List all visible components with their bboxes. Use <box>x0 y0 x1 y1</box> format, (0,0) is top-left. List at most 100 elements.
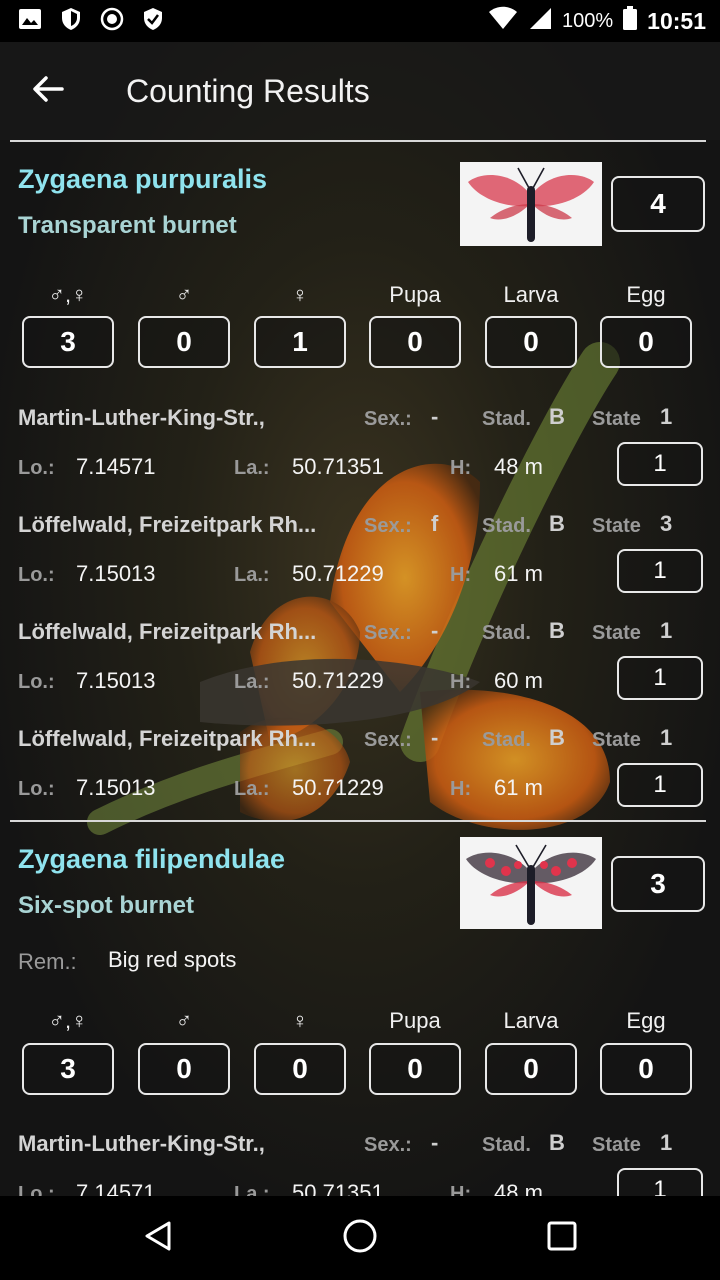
header-egg: Egg <box>626 282 666 307</box>
count-male-female[interactable]: 3 <box>22 1043 114 1095</box>
count-egg[interactable]: 0 <box>600 316 692 368</box>
record-count[interactable]: 1 <box>617 763 703 807</box>
record-lat: 50.71351 <box>292 454 384 479</box>
record-location: Löffelwald, Freizeitpark Rh... <box>18 512 317 537</box>
count-female[interactable]: 0 <box>254 1043 346 1095</box>
state-label: State <box>592 408 641 430</box>
back-arrow-icon <box>32 75 64 108</box>
record-location: Martin-Luther-King-Str., <box>18 405 265 430</box>
results-list[interactable]: Zygaena purpuralis Transparent burnet 4 … <box>0 140 720 1196</box>
nav-home-icon <box>342 1218 378 1259</box>
count-larva[interactable]: 0 <box>485 1043 577 1095</box>
state-label: State <box>592 1134 641 1156</box>
page-title: Counting Results <box>126 72 370 109</box>
species-common-name: Six-spot burnet <box>18 892 195 919</box>
state-label: State <box>592 729 641 751</box>
count-pupa[interactable]: 0 <box>369 1043 461 1095</box>
species-thumbnail[interactable] <box>460 162 602 246</box>
back-button[interactable] <box>18 61 78 121</box>
record-count[interactable]: 1 <box>617 1168 703 1196</box>
remark-text: Big red spots <box>108 947 237 972</box>
sex-label: Sex.: <box>364 515 412 537</box>
stage-label: Stad. <box>482 622 531 644</box>
count-male-female[interactable]: 3 <box>22 316 114 368</box>
record-state: 1 <box>660 725 673 750</box>
lat-label: La.: <box>234 564 270 586</box>
nav-back-icon <box>141 1219 175 1258</box>
record-height: 60 m <box>494 668 543 693</box>
app-bar: Counting Results <box>0 42 720 140</box>
height-label: H: <box>450 778 472 800</box>
record-count[interactable]: 1 <box>617 549 703 593</box>
nav-home-button[interactable] <box>330 1208 390 1268</box>
species-common-name: Transparent burnet <box>18 212 237 239</box>
header-pupa: Pupa <box>389 1008 441 1033</box>
lat-label: La.: <box>234 1183 270 1196</box>
sex-label: Sex.: <box>364 622 412 644</box>
record-lon: 7.15013 <box>76 561 156 586</box>
nav-back-button[interactable] <box>128 1208 188 1268</box>
record-icon <box>100 7 124 36</box>
nav-recents-button[interactable] <box>532 1208 592 1268</box>
record-sex: - <box>431 618 439 643</box>
header-male-female: ♂,♀ <box>48 282 88 307</box>
record-location: Löffelwald, Freizeitpark Rh... <box>18 619 317 644</box>
record-location: Löffelwald, Freizeitpark Rh... <box>18 726 317 751</box>
stage-label: Stad. <box>482 408 531 430</box>
header-male: ♂ <box>175 1008 193 1033</box>
record-lon: 7.15013 <box>76 775 156 800</box>
record-count[interactable]: 1 <box>617 656 703 700</box>
record-lat: 50.71229 <box>292 561 384 586</box>
clock: 10:51 <box>647 7 706 34</box>
record-stage: B <box>549 404 565 429</box>
record-lat: 50.71229 <box>292 668 384 693</box>
header-female: ♀ <box>291 1008 309 1033</box>
count-male[interactable]: 0 <box>138 1043 230 1095</box>
count-pupa[interactable]: 0 <box>369 316 461 368</box>
species-thumbnail[interactable] <box>460 837 602 929</box>
record-state: 1 <box>660 618 673 643</box>
divider <box>10 820 706 822</box>
record-stage: B <box>549 511 565 536</box>
record-count[interactable]: 1 <box>617 442 703 486</box>
height-label: H: <box>450 1183 472 1196</box>
battery-icon <box>623 6 638 36</box>
status-bar: 100% 10:51 <box>0 0 720 42</box>
species-scientific-name: Zygaena purpuralis <box>18 164 268 194</box>
record-sex: - <box>431 725 439 750</box>
count-female[interactable]: 1 <box>254 316 346 368</box>
battery-percent: 100% <box>562 9 614 32</box>
header-larva: Larva <box>503 1008 559 1033</box>
species-total-count[interactable]: 4 <box>611 176 705 232</box>
lon-label: Lo.: <box>18 564 55 586</box>
height-label: H: <box>450 457 472 479</box>
count-male[interactable]: 0 <box>138 316 230 368</box>
species-total-count[interactable]: 3 <box>611 856 705 912</box>
record-stage: B <box>549 725 565 750</box>
count-egg[interactable]: 0 <box>600 1043 692 1095</box>
state-label: State <box>592 622 641 644</box>
lon-label: Lo.: <box>18 671 55 693</box>
record-sex: - <box>431 404 439 429</box>
record-height: 61 m <box>494 561 543 586</box>
lat-label: La.: <box>234 457 270 479</box>
record-lat: 50.71229 <box>292 775 384 800</box>
header-egg: Egg <box>626 1008 666 1033</box>
stage-label: Stad. <box>482 1134 531 1156</box>
header-larva: Larva <box>503 282 559 307</box>
header-male: ♂ <box>175 282 193 307</box>
count-larva[interactable]: 0 <box>485 316 577 368</box>
record-height: 48 m <box>494 454 543 479</box>
height-label: H: <box>450 671 472 693</box>
lat-label: La.: <box>234 778 270 800</box>
header-female: ♀ <box>291 282 309 307</box>
record-location: Martin-Luther-King-Str., <box>18 1131 265 1156</box>
record-sex: - <box>431 1130 439 1155</box>
record-state: 1 <box>660 404 673 429</box>
record-lon: 7.14571 <box>76 1180 156 1196</box>
height-label: H: <box>450 564 472 586</box>
shield-check-icon <box>142 7 164 36</box>
header-male-female: ♂,♀ <box>48 1008 88 1033</box>
record-height: 61 m <box>494 775 543 800</box>
record-state: 1 <box>660 1130 673 1155</box>
